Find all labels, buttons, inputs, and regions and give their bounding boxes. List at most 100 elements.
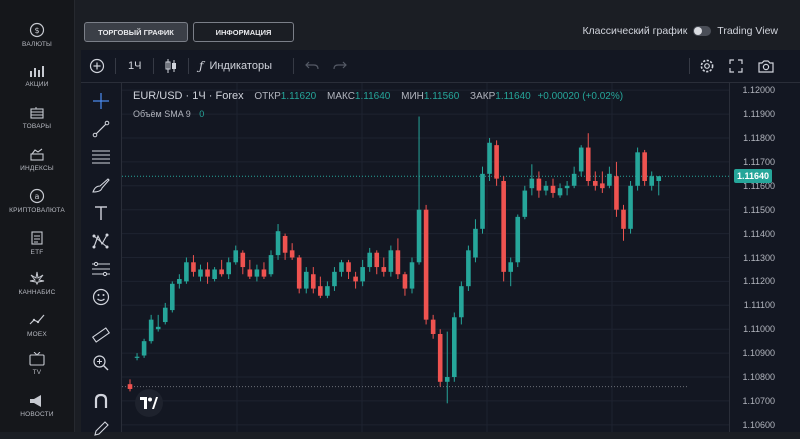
candle-body bbox=[473, 228, 478, 258]
sidebar-item-currencies[interactable]: $ ВАЛЮТЫ bbox=[0, 22, 74, 48]
gear-icon bbox=[700, 59, 714, 73]
candle-body bbox=[233, 250, 239, 263]
candle-body bbox=[127, 384, 133, 389]
settings-button[interactable] bbox=[699, 50, 715, 82]
candle-body bbox=[571, 173, 577, 186]
fib-levels-icon bbox=[92, 150, 110, 164]
trend-line-tool[interactable] bbox=[91, 119, 111, 139]
fx-icon: ƒ bbox=[199, 59, 204, 73]
zoom-tool[interactable] bbox=[91, 353, 111, 373]
undo-icon bbox=[305, 61, 319, 70]
sidebar-item-tv[interactable]: TV bbox=[0, 352, 74, 376]
chart-toolbar: 1Ч ƒ Индикаторы bbox=[81, 50, 800, 83]
sidebar-item-commodities[interactable]: ТОВАРЫ bbox=[0, 106, 74, 130]
oil-barrel-icon bbox=[30, 107, 44, 119]
candle-body bbox=[339, 262, 344, 272]
moex-icon bbox=[29, 314, 45, 325]
fullscreen-button[interactable] bbox=[729, 50, 743, 82]
candle-body bbox=[614, 176, 619, 210]
candle-body bbox=[134, 356, 140, 358]
sidebar-item-label: TV bbox=[32, 369, 42, 376]
candle-body bbox=[402, 274, 408, 289]
tab-information[interactable]: ИНФОРМАЦИЯ bbox=[193, 22, 294, 42]
price-tick-label: 1.12000 bbox=[742, 85, 775, 96]
tab-trading-chart[interactable]: ТОРГОВЫЙ ГРАФИК bbox=[84, 22, 188, 42]
candle-body bbox=[459, 286, 464, 318]
candle-body bbox=[170, 283, 175, 311]
price-axis[interactable]: 1.12000 1.11900 1.11800 1.11700 1.11600 1.115… bbox=[729, 83, 800, 432]
candle-body bbox=[550, 185, 556, 193]
candle-body bbox=[360, 267, 365, 282]
ruler-lines-icon bbox=[92, 261, 110, 277]
prediction-tool[interactable] bbox=[91, 259, 111, 279]
fib-tool[interactable] bbox=[91, 147, 111, 167]
candle-body bbox=[311, 274, 316, 289]
volume-sma: SMA 9 bbox=[164, 109, 191, 119]
open-label: ОТКР bbox=[254, 91, 281, 102]
low-value: 1.11560 bbox=[423, 91, 460, 102]
chart-type-button[interactable] bbox=[164, 50, 178, 82]
candle-body bbox=[628, 185, 633, 229]
price-tick-label: 1.11000 bbox=[743, 324, 775, 335]
candle-body bbox=[268, 255, 274, 275]
price-tick-label: 1.10800 bbox=[742, 372, 775, 383]
crosshair-tool[interactable] bbox=[91, 91, 111, 111]
trading-view-label[interactable]: Trading View bbox=[717, 25, 778, 37]
redo-button[interactable] bbox=[333, 50, 347, 82]
candle-body bbox=[191, 262, 196, 272]
bar-chart-icon bbox=[30, 66, 44, 77]
classic-chart-label[interactable]: Классический график bbox=[582, 25, 687, 37]
brush-tool[interactable] bbox=[91, 175, 111, 195]
candle-body bbox=[148, 319, 154, 342]
price-chart[interactable] bbox=[122, 83, 729, 432]
tradingview-logo-icon bbox=[140, 397, 158, 409]
candle-body bbox=[388, 250, 394, 272]
sidebar-item-stocks[interactable]: АКЦИИ bbox=[0, 64, 74, 88]
price-tick-label: 1.11800 bbox=[743, 132, 775, 143]
candle-body bbox=[656, 176, 662, 182]
sidebar-item-indices[interactable]: ИНДЕКСЫ bbox=[0, 148, 74, 172]
candle-body bbox=[508, 262, 513, 272]
candle-body bbox=[155, 326, 161, 330]
candle-body bbox=[515, 216, 521, 263]
candle-body bbox=[649, 176, 654, 186]
text-tool[interactable] bbox=[91, 203, 111, 223]
trend-line-icon bbox=[92, 120, 110, 138]
candle-body bbox=[198, 269, 203, 277]
pattern-icon bbox=[92, 233, 109, 249]
candle-body bbox=[635, 152, 640, 186]
pattern-tool[interactable] bbox=[91, 231, 111, 251]
candle-body bbox=[296, 257, 302, 289]
sidebar-item-label: КРИПТОВАЛЮТА bbox=[9, 207, 65, 214]
price-tick-label: 1.10700 bbox=[742, 395, 775, 406]
interval-button[interactable]: 1Ч bbox=[128, 50, 141, 82]
candle-body bbox=[444, 377, 450, 382]
sidebar-item-label: МОЕХ bbox=[27, 331, 47, 338]
sidebar-item-news[interactable]: НОВОСТИ bbox=[0, 394, 74, 418]
candle-body bbox=[452, 317, 457, 378]
screenshot-button[interactable] bbox=[757, 50, 775, 82]
sidebar-item-etf[interactable]: ETF bbox=[0, 230, 74, 256]
candle-body bbox=[430, 319, 436, 334]
symbol-title[interactable]: EUR/USD · 1Ч · Forex bbox=[133, 90, 244, 102]
add-symbol-button[interactable] bbox=[89, 50, 105, 82]
tradingview-logo[interactable] bbox=[135, 389, 163, 417]
candle-body bbox=[325, 286, 330, 296]
sidebar-item-moex[interactable]: МОЕХ bbox=[0, 312, 74, 338]
measure-tool[interactable] bbox=[91, 325, 111, 345]
view-switch[interactable] bbox=[693, 26, 712, 36]
price-tick-label: 1.11900 bbox=[743, 109, 775, 120]
undo-button[interactable] bbox=[305, 50, 319, 82]
indicators-button[interactable]: ƒ Индикаторы bbox=[199, 50, 272, 82]
candle-body bbox=[437, 333, 443, 382]
volume-label: Объём bbox=[133, 109, 162, 119]
pencil-tool[interactable] bbox=[91, 419, 111, 439]
candle-body bbox=[212, 269, 217, 280]
ruler-icon bbox=[91, 327, 111, 343]
candle-body bbox=[487, 142, 492, 174]
magnet-tool[interactable] bbox=[91, 391, 111, 411]
emoji-tool[interactable] bbox=[91, 287, 111, 307]
sidebar-item-cannabis[interactable]: КАННАБИС bbox=[0, 270, 74, 296]
candle-body bbox=[642, 152, 647, 182]
sidebar-item-crypto[interactable]: a КРИПТОВАЛЮТА bbox=[0, 188, 74, 214]
